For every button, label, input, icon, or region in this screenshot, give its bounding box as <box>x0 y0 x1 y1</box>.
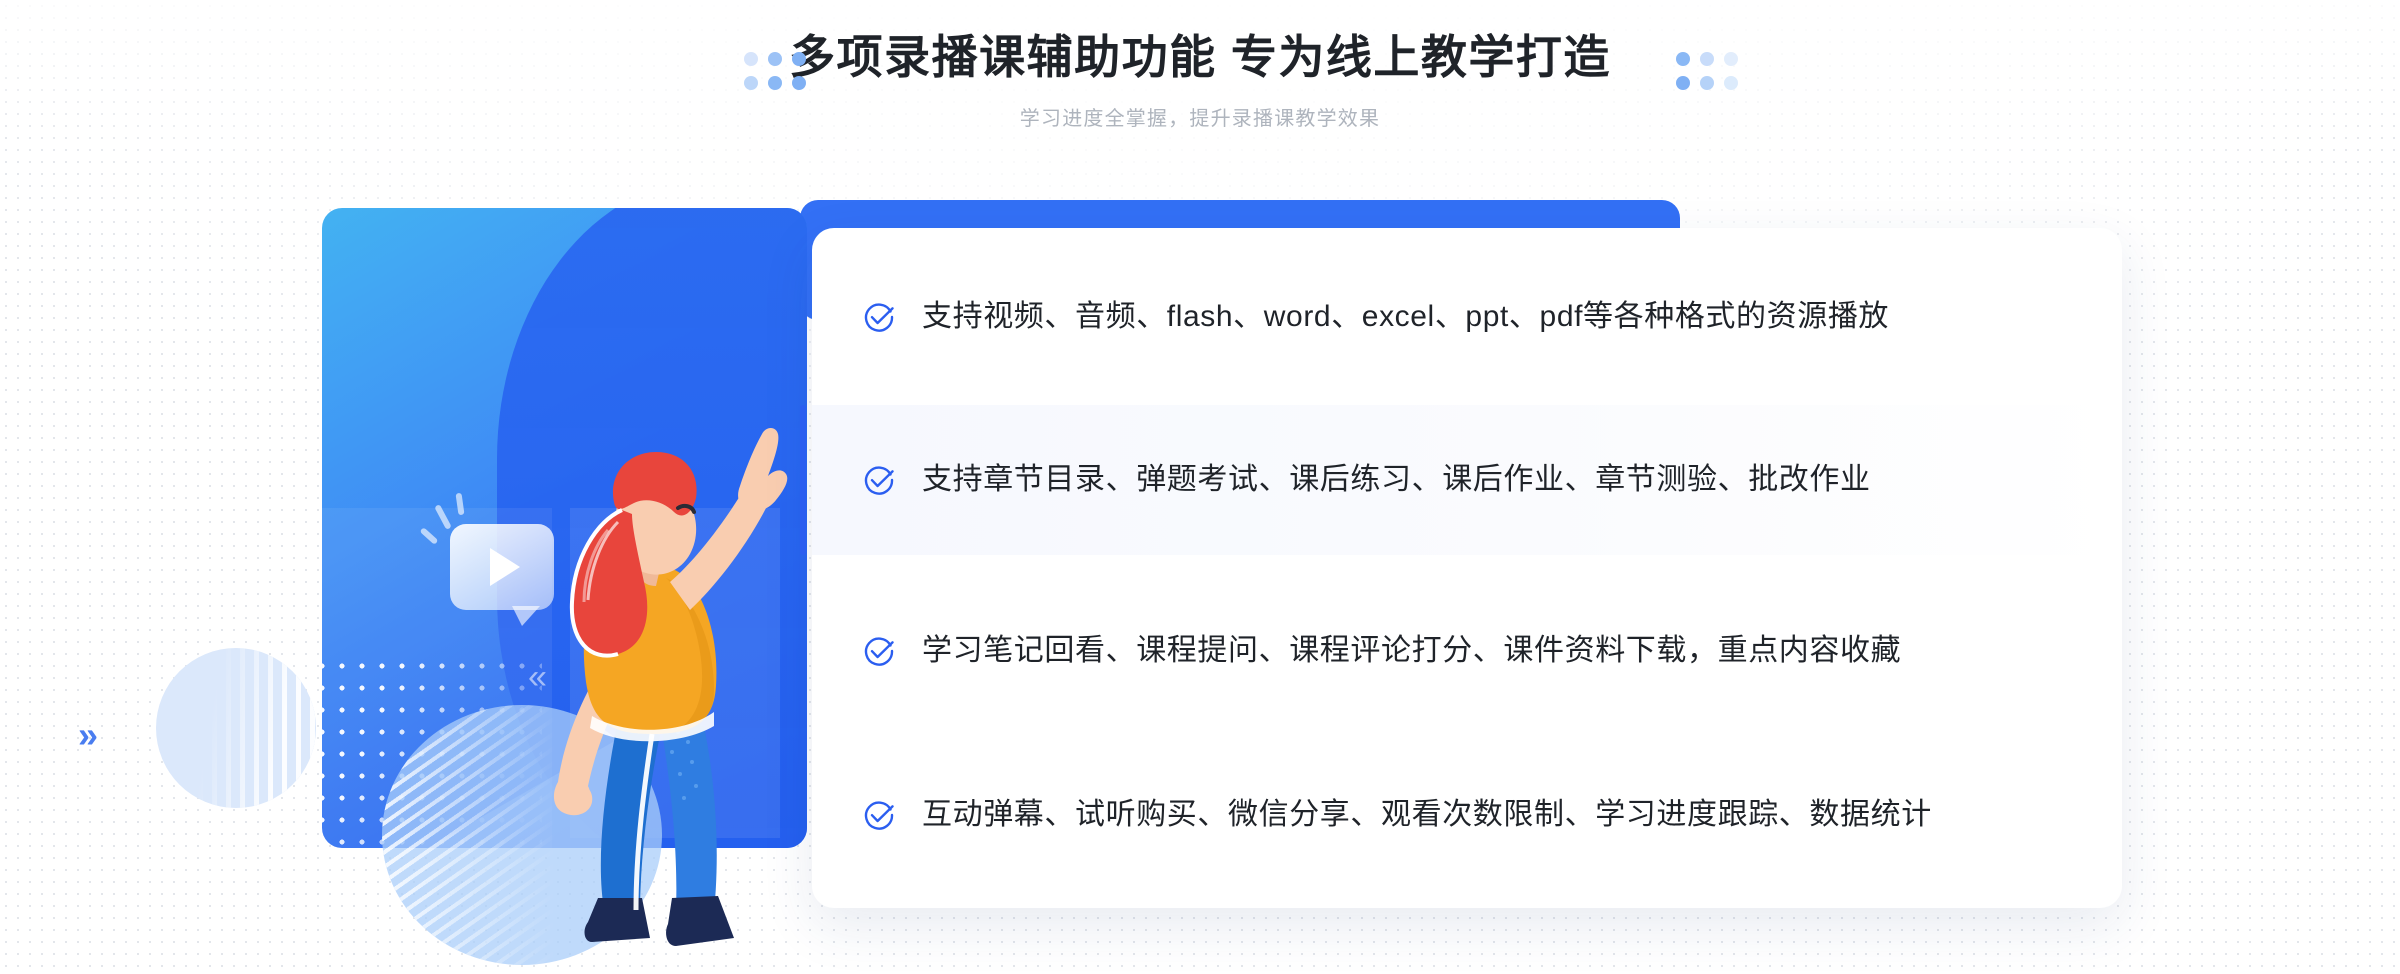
feature-text: 支持视频、音频、flash、word、excel、ppt、pdf等各种格式的资源… <box>922 300 1890 333</box>
check-circle-icon <box>864 466 894 495</box>
decorative-dot <box>768 76 782 90</box>
decorative-dot <box>1700 76 1714 90</box>
feature-text: 互动弹幕、试听购买、微信分享、观看次数限制、学习进度跟踪、数据统计 <box>922 798 1932 831</box>
decorative-dot <box>768 52 782 66</box>
decorative-dot <box>792 76 806 90</box>
double-chevron-right-icon: » <box>78 714 99 755</box>
decorative-dot <box>792 52 806 66</box>
feature-text: 学习笔记回看、课程提问、课程评论打分、课件资料下载，重点内容收藏 <box>922 634 1902 667</box>
feature-row[interactable]: 学习笔记回看、课程提问、课程评论打分、课件资料下载，重点内容收藏 <box>812 576 2122 726</box>
decorative-dot <box>1700 52 1714 66</box>
person-illustration <box>553 428 788 946</box>
check-circle-icon <box>864 303 894 332</box>
feature-text: 支持章节目录、弹题考试、课后练习、课后作业、章节测验、批改作业 <box>922 463 1871 496</box>
decorative-dot-cluster-right <box>1676 52 1738 90</box>
check-circle-icon <box>864 801 894 830</box>
decorative-dot <box>1676 76 1690 90</box>
decorative-circle-stripes <box>156 648 316 808</box>
feature-row[interactable]: 支持章节目录、弹题考试、课后练习、课后作业、章节测验、批改作业 <box>800 405 2122 555</box>
decorative-dot-cluster-left <box>744 52 806 90</box>
decorative-dot <box>744 76 758 90</box>
page-subtitle: 学习进度全掌握，提升录播课教学效果 <box>1019 107 1381 130</box>
header: 多项录播课辅助功能 专为线上教学打造 学习进度全掌握，提升录播课教学效果 <box>0 0 2400 170</box>
decorative-dot <box>1724 52 1738 66</box>
feature-list: 支持视频、音频、flash、word、excel、ppt、pdf等各种格式的资源… <box>800 228 2122 908</box>
decorative-dot <box>1676 52 1690 66</box>
feature-card: 支持视频、音频、flash、word、excel、ppt、pdf等各种格式的资源… <box>800 228 2122 908</box>
decorative-dot <box>1724 76 1738 90</box>
decorative-dot <box>744 52 758 66</box>
page-title: 多项录播课辅助功能 专为线上教学打造 <box>789 31 1611 83</box>
feature-row[interactable]: 支持视频、音频、flash、word、excel、ppt、pdf等各种格式的资源… <box>812 242 2122 392</box>
feature-row[interactable]: 互动弹幕、试听购买、微信分享、观看次数限制、学习进度跟踪、数据统计 <box>812 740 2122 890</box>
check-circle-icon <box>864 637 894 666</box>
